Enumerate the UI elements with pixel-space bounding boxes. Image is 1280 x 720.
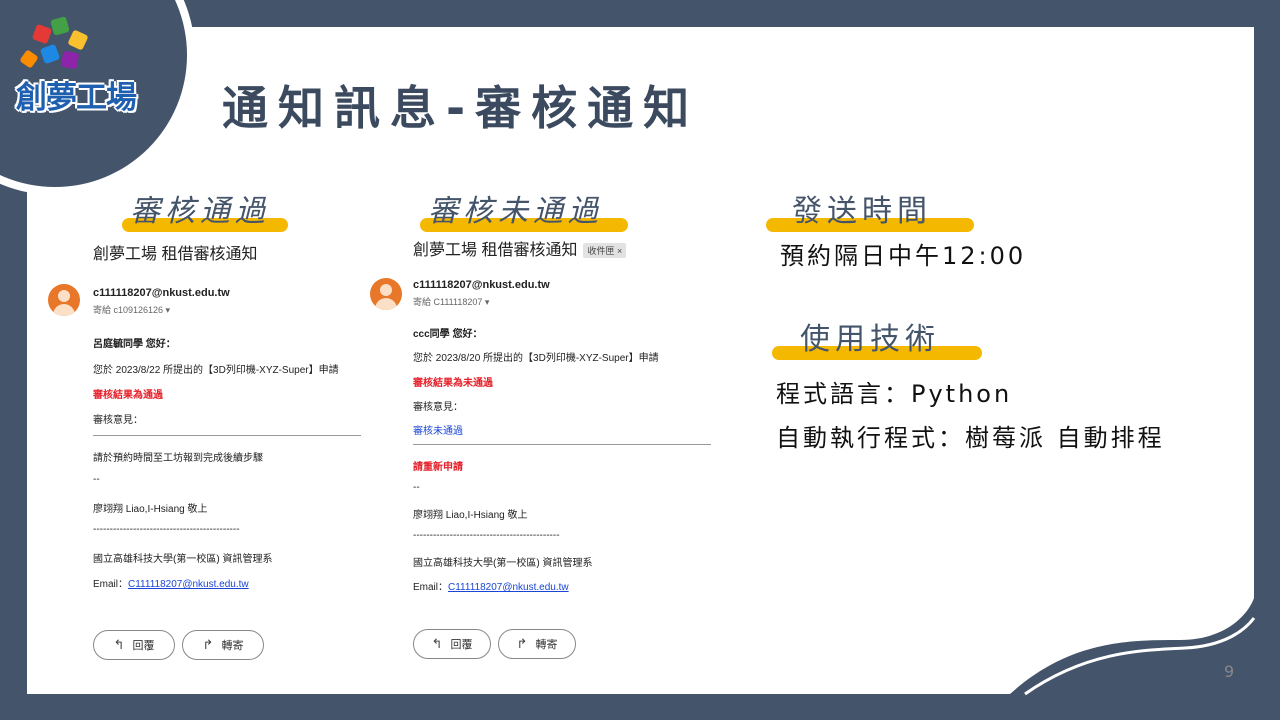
avatar xyxy=(48,284,80,316)
body-text: 您於 2023/8/20 所提出的【3D列印機-XYZ-Super】申請 xyxy=(413,353,659,364)
result-text: 審核結果為通過 xyxy=(93,390,163,401)
recipient-dropdown[interactable]: 寄給 C111118207 ▾ xyxy=(413,295,489,308)
section-rejected: 審核未通過 xyxy=(420,186,628,232)
sender-address: c111118207@nkust.edu.tw xyxy=(413,279,550,291)
recipient-dropdown[interactable]: 寄給 c109126126 ▾ xyxy=(93,303,170,316)
org-name: 國立高雄科技大學(第一校區) 資訊管理系 xyxy=(93,554,273,565)
send-time-value: 預約隔日中午12:00 xyxy=(780,242,1027,270)
result-text: 審核結果為未通過 xyxy=(413,378,493,389)
email-link[interactable]: C111118207@nkust.edu.tw xyxy=(448,582,569,593)
divider xyxy=(93,435,361,436)
signature: 廖翊翔 Liao,I-Hsiang 敬上 xyxy=(93,504,208,515)
instruction-text: 請於預約時間至工坊報到完成後續步驟 xyxy=(93,453,263,464)
body-text: 您於 2023/8/22 所提出的【3D列印機-XYZ-Super】申請 xyxy=(93,365,339,376)
page-number: 9 xyxy=(1224,662,1235,681)
forward-icon: ↱ xyxy=(202,637,214,652)
separator: -- xyxy=(413,482,420,493)
opinion-label: 審核意見： xyxy=(413,402,463,413)
avatar xyxy=(370,278,402,310)
tech-execution: 自動執行程式：樹莓派 自動排程 xyxy=(776,424,1165,452)
logo-text: 創夢工場 xyxy=(16,80,137,116)
sender-address: c111118207@nkust.edu.tw xyxy=(93,287,230,299)
reapply-text: 請重新申請 xyxy=(413,462,463,473)
opinion-label: 審核意見： xyxy=(93,415,143,426)
email-subject: 創夢工場 租借審核通知 xyxy=(93,246,258,263)
page-title: 通知訊息-審核通知 xyxy=(222,81,700,135)
forward-button[interactable]: ↱ 轉寄 xyxy=(182,630,264,660)
inbox-tag[interactable]: 收件匣 × xyxy=(583,243,627,259)
org-name: 國立高雄科技大學(第一校區) 資訊管理系 xyxy=(413,558,593,569)
divider xyxy=(413,444,711,445)
email-line: Email：C111118207@nkust.edu.tw xyxy=(413,582,569,593)
reply-button[interactable]: ↰ 回覆 xyxy=(413,629,491,659)
section-tech: 使用技術 xyxy=(772,314,982,360)
reply-icon: ↰ xyxy=(431,636,443,651)
greeting: ccc同學 您好： xyxy=(413,329,483,340)
reply-button[interactable]: ↰ 回覆 xyxy=(93,630,175,660)
email-subject: 創夢工場 租借審核通知 收件匣 × xyxy=(413,236,627,260)
reply-icon: ↰ xyxy=(113,637,125,652)
email-link[interactable]: C111118207@nkust.edu.tw xyxy=(128,579,249,590)
forward-icon: ↱ xyxy=(516,636,528,651)
separator-line: ----------------------------------------… xyxy=(413,530,560,541)
section-approved: 審核通過 xyxy=(122,186,288,232)
separator: -- xyxy=(93,474,100,485)
separator-line: ----------------------------------------… xyxy=(93,524,240,535)
email-line: Email：C111118207@nkust.edu.tw xyxy=(93,579,249,590)
tech-language: 程式語言：Python xyxy=(776,380,1013,408)
forward-button[interactable]: ↱ 轉寄 xyxy=(498,629,576,659)
section-send-time: 發送時間 xyxy=(766,186,974,232)
greeting: 呂庭毓同學 您好： xyxy=(93,339,176,350)
opinion-text: 審核未通過 xyxy=(413,426,463,437)
signature: 廖翊翔 Liao,I-Hsiang 敬上 xyxy=(413,510,528,521)
